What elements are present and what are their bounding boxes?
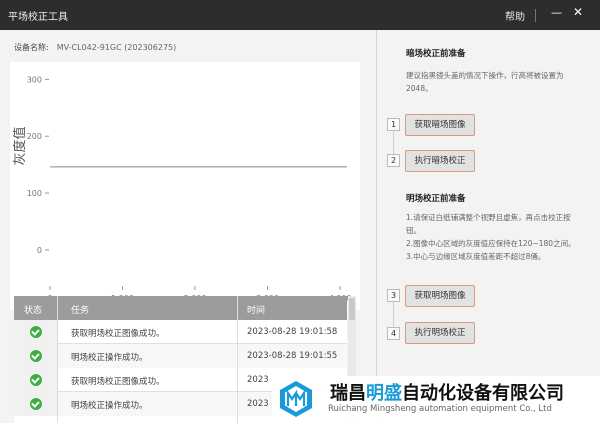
table-row[interactable]: 获取明场校正图像成功。 2023-08-28 19:01:58 — [14, 320, 347, 344]
step-2-number: 2 — [387, 154, 400, 167]
help-button[interactable]: 帮助 — [505, 8, 525, 23]
column-divider — [57, 296, 58, 423]
task-text: 明场校正操作成功。 — [71, 353, 148, 363]
bright-description: 1.请保证白纸铺满整个视野且虚焦，再点击校正按 钮。 2.图像中心区域的灰度值应… — [406, 213, 576, 261]
window-title: 平场校正工具 — [8, 12, 68, 23]
task-text: 明场校正操作成功。 — [71, 401, 148, 411]
step-connector — [393, 131, 394, 154]
chart-svg: 010020030001,0002,0003,0004,000像素点灰度值 — [12, 75, 351, 310]
time-text: 2023-08-28 19:01:55 — [247, 351, 338, 361]
column-divider — [237, 296, 238, 423]
step-3-number: 3 — [387, 289, 400, 302]
company-name-cn: 瑞昌明盛自动化设备有限公司 — [330, 383, 564, 404]
device-info: 设备名称: MV-CL042-91GC (202306275) — [14, 42, 176, 53]
time-text: 2023 — [247, 399, 269, 409]
scrollbar-thumb[interactable] — [349, 298, 355, 320]
time-text: 2023-08-28 19:01:58 — [247, 327, 338, 337]
close-icon[interactable]: ✕ — [573, 5, 583, 19]
success-check-icon — [30, 398, 42, 410]
y-tick-label: 200 — [27, 132, 42, 141]
step-connector — [393, 302, 394, 327]
y-tick-label: 300 — [27, 75, 42, 84]
success-check-icon — [30, 326, 42, 338]
task-text: 获取明场校正图像成功。 — [71, 377, 165, 387]
table-header: 状态 任务 时间 — [14, 296, 347, 320]
step-4-number: 4 — [387, 327, 400, 340]
time-text: 2023 — [247, 375, 269, 385]
device-label: 设备名称: — [14, 43, 49, 52]
dark-section-title: 暗场校正前准备 — [406, 49, 466, 59]
acquire-bright-image-button[interactable]: 获取明场图像 — [405, 285, 475, 307]
company-watermark: 瑞昌明盛自动化设备有限公司 Ruichang Mingsheng automat… — [272, 376, 600, 423]
header-time: 时间 — [247, 306, 266, 316]
execute-bright-correction-button[interactable]: 执行明场校正 — [405, 322, 475, 344]
calibration-panel: 暗场校正前准备 建议指黑镜头盖的情况下操作，行高将被设置为 2048。 1 获取… — [377, 30, 600, 423]
step-1-number: 1 — [387, 118, 400, 131]
header-task: 任务 — [71, 306, 90, 316]
success-check-icon — [30, 350, 42, 362]
minimize-icon[interactable]: — — [551, 6, 562, 19]
gray-value-chart: 010020030001,0002,0003,0004,000像素点灰度值 — [10, 62, 360, 310]
execute-dark-correction-button[interactable]: 执行暗场校正 — [405, 150, 475, 172]
task-text: 获取明场校正图像成功。 — [71, 329, 165, 339]
device-name: MV-CL042-91GC (202306275) — [56, 43, 177, 52]
success-check-icon — [30, 374, 42, 386]
y-tick-label: 0 — [37, 246, 42, 255]
table-row[interactable]: 明场校正操作成功。 2023-08-28 19:01:55 — [14, 344, 347, 368]
y-axis-title: 灰度值 — [12, 126, 28, 165]
header-status: 状态 — [24, 306, 43, 316]
title-bar: 平场校正工具 帮助 — ✕ — [0, 0, 600, 30]
company-logo-icon — [280, 381, 312, 417]
bright-section-title: 明场校正前准备 — [406, 194, 466, 204]
acquire-dark-image-button[interactable]: 获取暗场图像 — [405, 114, 475, 136]
company-name-en: Ruichang Mingsheng automation equipment … — [328, 404, 552, 414]
title-divider — [535, 9, 536, 22]
dark-description: 建议指黑镜头盖的情况下操作，行高将被设置为 2048。 — [406, 71, 564, 93]
main-panel: 设备名称: MV-CL042-91GC (202306275) 0 100 200 30… — [0, 30, 376, 423]
y-tick-label: 100 — [27, 189, 42, 198]
